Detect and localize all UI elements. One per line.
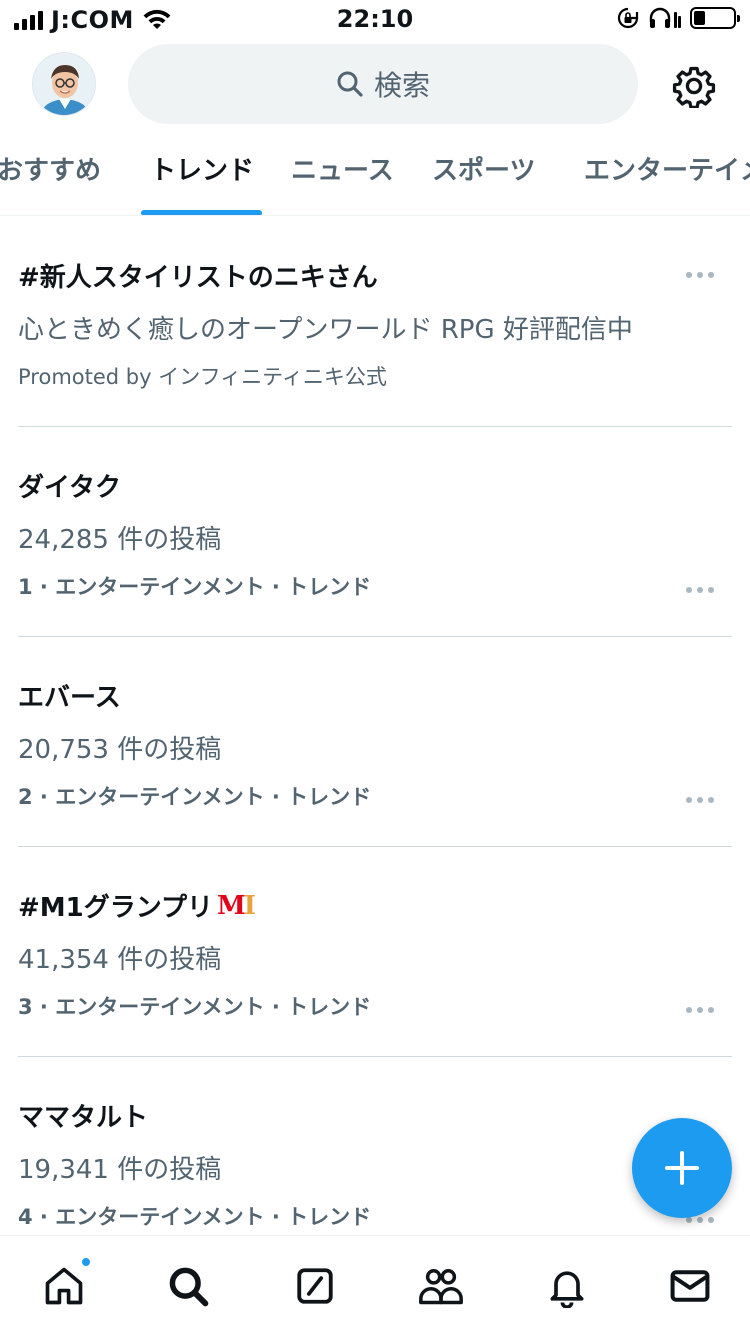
user-avatar-icon <box>33 53 95 115</box>
top-header: 検索 <box>0 44 750 124</box>
bottom-nav <box>0 1235 750 1334</box>
tab-trending[interactable]: トレンド <box>150 150 255 215</box>
tab-label: おすすめ <box>0 156 102 186</box>
search-icon <box>169 1267 209 1307</box>
grok-icon <box>297 1268 333 1304</box>
active-tab-indicator <box>141 210 262 215</box>
trend-post-count: 19,341 件の投稿 <box>18 1155 222 1185</box>
trend-title-text: ママタルト <box>18 1103 149 1133</box>
trend-item[interactable]: エバース 20,753 件の投稿 2 · エンターテインメント · トレンド <box>18 637 732 847</box>
nav-search[interactable] <box>164 1262 212 1310</box>
trend-category: 4 · エンターテインメント · トレンド <box>18 1205 372 1229</box>
trend-title: #新人スタイリストのニキさん <box>18 257 378 294</box>
trend-title-text: エバース <box>18 683 121 713</box>
m1-logo-icon: MI <box>216 890 256 921</box>
tab-label: エンターテイメ <box>584 156 750 186</box>
tab-bar: おすすめ トレンド ニュース スポーツ エンターテイメ <box>0 150 750 216</box>
trend-category: 1 · エンターテインメント · トレンド <box>18 575 372 599</box>
gear-icon[interactable] <box>672 64 716 108</box>
trend-subtitle: 心ときめく癒しのオープンワールド RPG 好評配信中 <box>18 315 633 345</box>
search-placeholder: 検索 <box>373 69 430 102</box>
more-options-icon[interactable] <box>686 1007 714 1013</box>
tab-news[interactable]: ニュース <box>291 150 394 215</box>
promoted-trend[interactable]: #新人スタイリストのニキさん 心ときめく癒しのオープンワールド RPG 好評配信… <box>18 217 732 427</box>
search-icon <box>337 71 363 97</box>
more-options-icon[interactable] <box>686 797 714 803</box>
trend-item[interactable]: ダイタク 24,285 件の投稿 1 · エンターテインメント · トレンド <box>18 427 732 637</box>
home-icon <box>45 1267 83 1305</box>
trend-category: 2 · エンターテインメント · トレンド <box>18 785 372 809</box>
trend-title: ママタルト <box>18 1097 148 1134</box>
bell-icon <box>550 1271 584 1308</box>
tab-label: トレンド <box>150 156 255 186</box>
trend-title-text: ダイタク <box>18 473 121 503</box>
trend-post-count: 20,753 件の投稿 <box>18 735 222 765</box>
avatar[interactable] <box>32 52 96 116</box>
promoted-by-label: Promoted by インフィニティニキ公式 <box>18 365 387 389</box>
nav-home[interactable] <box>40 1256 92 1310</box>
nav-messages[interactable] <box>666 1262 714 1310</box>
tab-sports[interactable]: スポーツ <box>432 150 536 215</box>
trend-title: エバース <box>18 677 121 714</box>
mail-icon <box>670 1270 710 1302</box>
nav-notifications[interactable] <box>543 1262 591 1310</box>
search-input[interactable]: 検索 <box>128 44 638 124</box>
tab-label: ニュース <box>291 156 394 186</box>
communities-icon <box>419 1269 463 1305</box>
trend-title: ダイタク <box>18 467 121 504</box>
trend-item[interactable]: #M1グランプリ MI 41,354 件の投稿 3 · エンターテインメント ·… <box>18 847 732 1057</box>
tab-recommended[interactable]: おすすめ <box>0 150 102 215</box>
nav-grok[interactable] <box>291 1262 339 1310</box>
status-right <box>616 6 740 30</box>
headphones-icon <box>649 7 681 28</box>
more-options-icon[interactable] <box>686 587 714 593</box>
plus-icon <box>665 1151 699 1185</box>
more-options-icon[interactable] <box>686 1217 714 1223</box>
notification-dot <box>80 1256 92 1268</box>
trend-list: #新人スタイリストのニキさん 心ときめく癒しのオープンワールド RPG 好評配信… <box>0 217 750 1267</box>
trend-title-text: #M1グランプリ <box>18 893 213 923</box>
trend-title-text: #新人スタイリストのニキさん <box>18 263 378 293</box>
trend-category: 3 · エンターテインメント · トレンド <box>18 995 372 1019</box>
trend-post-count: 41,354 件の投稿 <box>18 945 222 975</box>
status-bar: J:COM 22:10 <box>0 0 750 40</box>
tab-label: スポーツ <box>432 156 536 186</box>
nav-communities[interactable] <box>417 1262 465 1310</box>
battery-icon <box>690 7 740 29</box>
trend-post-count: 24,285 件の投稿 <box>18 525 222 555</box>
trend-title: #M1グランプリ MI <box>18 887 256 924</box>
rotation-lock-icon <box>617 7 639 29</box>
tab-entertainment[interactable]: エンターテイメ <box>584 150 750 215</box>
battery-fill <box>694 11 706 25</box>
compose-button[interactable] <box>632 1118 732 1218</box>
more-options-icon[interactable] <box>686 272 714 278</box>
